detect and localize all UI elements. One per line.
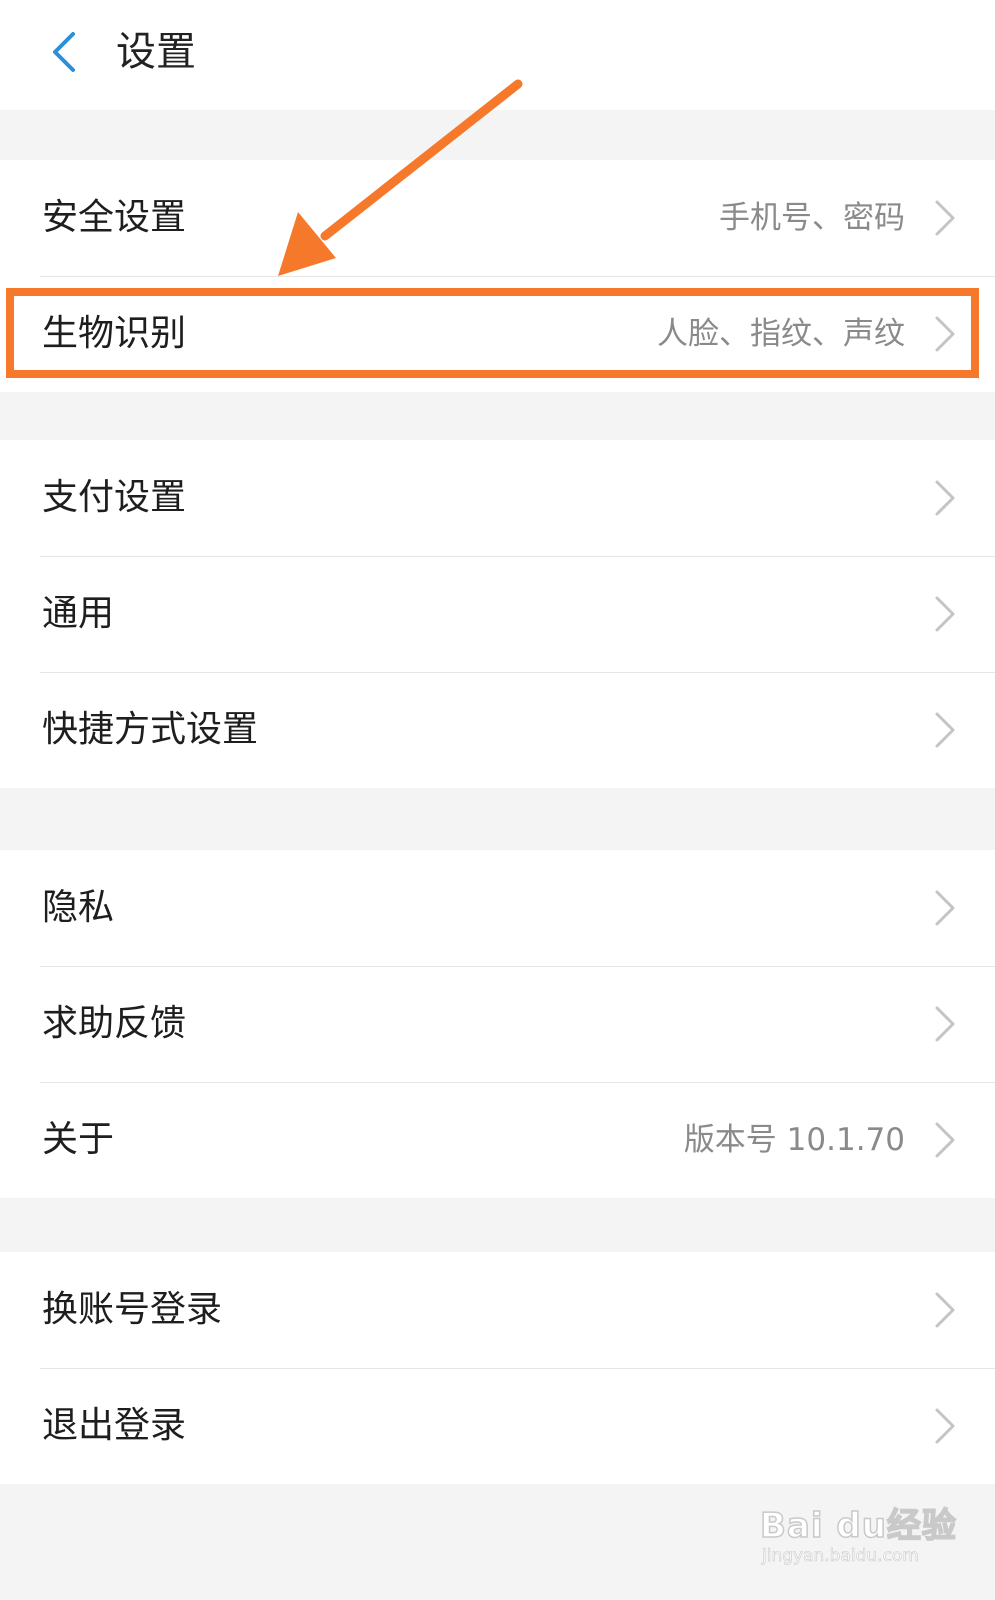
chevron-right-icon (935, 1408, 955, 1444)
settings-row-privacy[interactable]: 隐私 (0, 850, 995, 966)
chevron-right-icon (935, 712, 955, 748)
settings-row-about[interactable]: 关于 版本号 10.1.70 (0, 1082, 995, 1198)
settings-group-session: 换账号登录 退出登录 (0, 1252, 995, 1484)
chevron-right-icon (935, 1122, 955, 1158)
settings-row-logout[interactable]: 退出登录 (0, 1368, 995, 1484)
settings-row-label: 支付设置 (42, 477, 187, 518)
settings-row-label: 生物识别 (42, 313, 187, 354)
chevron-right-icon (935, 480, 955, 516)
settings-row-value: 版本号 10.1.70 (683, 1122, 905, 1158)
settings-group-support: 隐私 求助反馈 关于 版本号 10.1.70 (0, 850, 995, 1198)
watermark: Bai du经验 jingyan.baidu.com (759, 1490, 960, 1580)
settings-row-label: 快捷方式设置 (42, 709, 259, 750)
settings-row-label: 隐私 (42, 887, 115, 928)
settings-row-value: 手机号、密码 (719, 200, 905, 236)
watermark-brand: Bai du经验 (759, 1505, 957, 1547)
settings-row-label: 关于 (42, 1119, 115, 1160)
watermark-url: jingyan.baidu.com (762, 1546, 919, 1567)
settings-row-general[interactable]: 通用 (0, 556, 995, 672)
settings-row-biometrics[interactable]: 生物识别 人脸、指纹、声纹 (0, 276, 995, 392)
chevron-right-icon (935, 596, 955, 632)
chevron-right-icon (935, 890, 955, 926)
chevron-right-icon (935, 1292, 955, 1328)
chevron-left-icon (53, 32, 75, 72)
settings-row-switch-account[interactable]: 换账号登录 (0, 1252, 995, 1368)
settings-row-label: 安全设置 (42, 197, 187, 238)
chevron-right-icon (935, 200, 955, 236)
settings-row-value: 人脸、指纹、声纹 (657, 316, 905, 352)
chevron-right-icon (935, 316, 955, 352)
settings-group-general: 支付设置 通用 快捷方式设置 (0, 440, 995, 788)
settings-group-account: 安全设置 手机号、密码 生物识别 人脸、指纹、声纹 (0, 160, 995, 392)
back-button[interactable] (38, 24, 88, 80)
settings-row-shortcuts[interactable]: 快捷方式设置 (0, 672, 995, 788)
settings-row-label: 换账号登录 (42, 1289, 223, 1330)
settings-row-payment[interactable]: 支付设置 (0, 440, 995, 556)
settings-row-security[interactable]: 安全设置 手机号、密码 (0, 160, 995, 276)
header-bar: 设置 (0, 0, 995, 110)
settings-row-feedback[interactable]: 求助反馈 (0, 966, 995, 1082)
settings-row-label: 退出登录 (42, 1405, 187, 1446)
page-title: 设置 (116, 29, 196, 75)
chevron-right-icon (935, 1006, 955, 1042)
settings-row-label: 通用 (42, 593, 115, 634)
settings-row-label: 求助反馈 (42, 1003, 187, 1044)
